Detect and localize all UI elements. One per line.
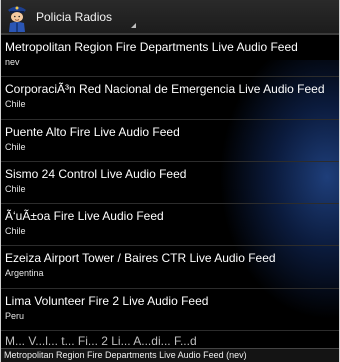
feed-title: CorporaciÃ³n Red Nacional de Emergencia … bbox=[5, 82, 325, 97]
action-bar: Policia Radios bbox=[1, 0, 339, 35]
now-playing-bar[interactable]: Metropolitan Region Fire Departments Liv… bbox=[1, 348, 339, 362]
list-item[interactable]: CorporaciÃ³n Red Nacional de Emergencia … bbox=[1, 77, 339, 120]
feed-location: Chile bbox=[5, 99, 26, 110]
list-item[interactable]: Puente Alto Fire Live Audio Feed Chile bbox=[1, 120, 339, 162]
list-item[interactable]: Lima Volunteer Fire 2 Live Audio Feed Pe… bbox=[1, 289, 339, 332]
app-screen: Policia Radios Metropolitan Region Fire … bbox=[0, 0, 340, 362]
feed-location: Chile bbox=[5, 226, 26, 237]
feed-title: Metropolitan Region Fire Departments Liv… bbox=[5, 40, 298, 54]
feed-title: M... V...l... t... Fi... 2 Li... A...di.… bbox=[5, 334, 197, 349]
app-title: Policia Radios bbox=[36, 9, 113, 24]
feed-title: Ezeiza Airport Tower / Baires CTR Live A… bbox=[5, 251, 276, 266]
feed-location: Argentina bbox=[5, 268, 44, 279]
list-item[interactable]: Ezeiza Airport Tower / Baires CTR Live A… bbox=[1, 246, 339, 289]
feed-title: Sismo 24 Control Live Audio Feed bbox=[5, 166, 187, 181]
now-playing-text: Metropolitan Region Fire Departments Liv… bbox=[4, 350, 247, 360]
list-item[interactable]: Sismo 24 Control Live Audio Feed Chile bbox=[1, 162, 339, 205]
feed-location: Chile bbox=[5, 141, 26, 152]
feed-list[interactable]: Metropolitan Region Fire Departments Liv… bbox=[1, 35, 339, 355]
feed-title: Puente Alto Fire Live Audio Feed bbox=[5, 124, 180, 139]
police-officer-icon[interactable] bbox=[5, 2, 29, 32]
feed-title: Ã‘uÃ±oa Fire Live Audio Feed bbox=[5, 209, 164, 224]
feed-location: nev bbox=[5, 57, 20, 67]
feed-location: Peru bbox=[5, 310, 25, 321]
feed-title: Lima Volunteer Fire 2 Live Audio Feed bbox=[5, 293, 209, 308]
list-item[interactable]: Metropolitan Region Fire Departments Liv… bbox=[1, 35, 339, 78]
app-spinner[interactable]: Policia Radios bbox=[33, 0, 136, 34]
feed-location: Chile bbox=[5, 183, 26, 194]
list-item[interactable]: Ã‘uÃ±oa Fire Live Audio Feed Chile bbox=[1, 204, 339, 247]
spinner-arrow-icon bbox=[131, 23, 136, 28]
